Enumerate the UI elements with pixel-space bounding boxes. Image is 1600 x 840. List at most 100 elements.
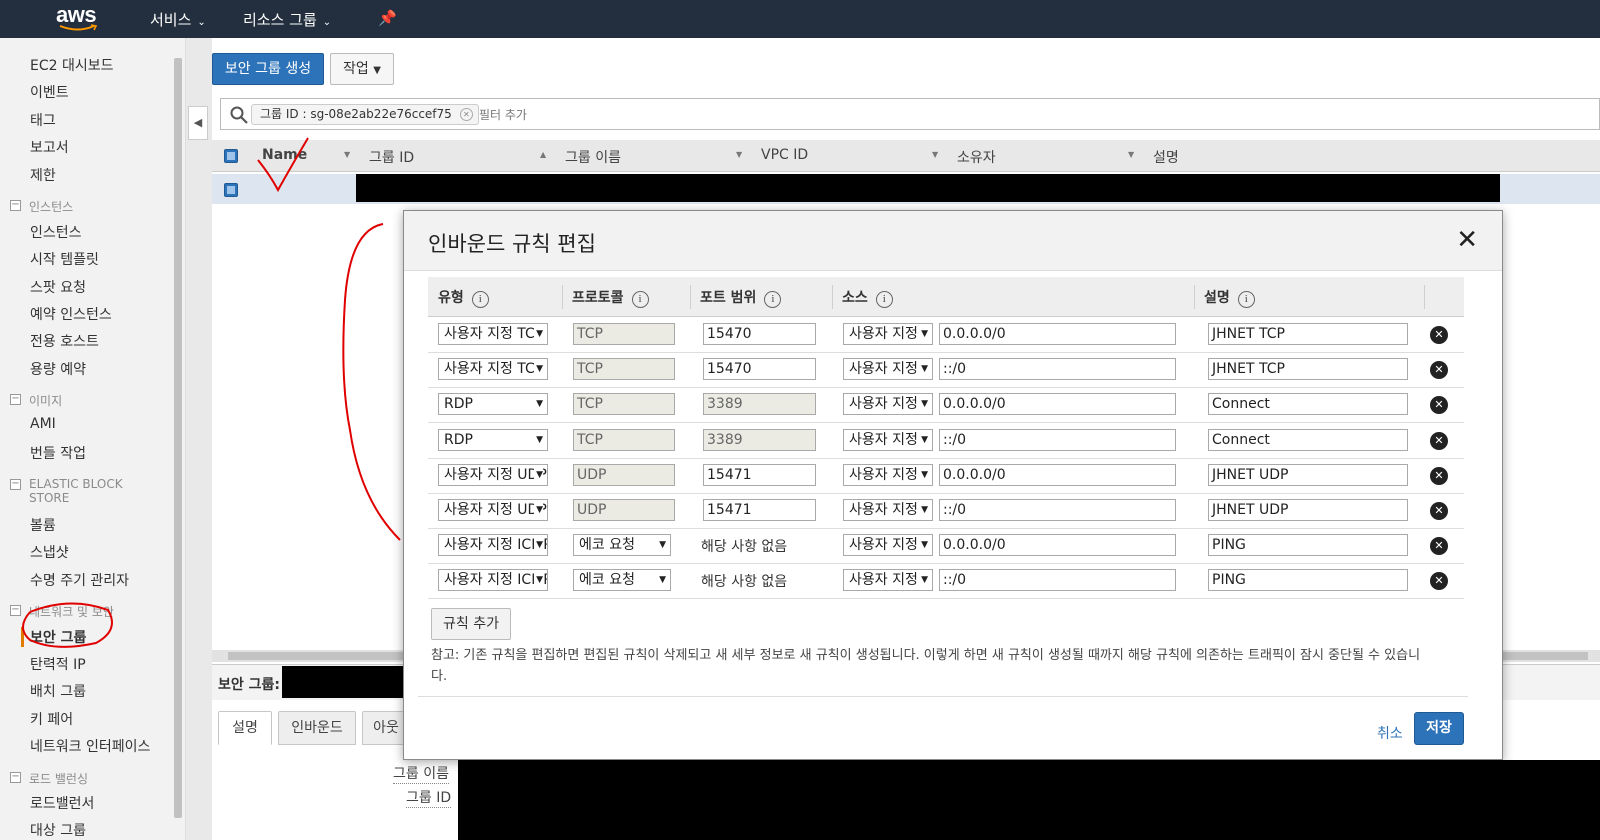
sidebar-item-network-4[interactable]: 네트워크 인터페이스 bbox=[30, 736, 150, 756]
pin-icon[interactable]: 📌 bbox=[378, 9, 397, 27]
sidebar-item-instances-0[interactable]: 인스턴스 bbox=[30, 222, 82, 242]
sidebar-item-lb-1[interactable]: 대상 그룹 bbox=[30, 820, 86, 840]
sidebar-item-top-0[interactable]: EC2 대시보드 bbox=[30, 55, 114, 75]
column-vpc-id[interactable]: VPC ID bbox=[761, 147, 808, 163]
sidebar-item-network-1[interactable]: 탄력적 IP bbox=[30, 654, 86, 674]
collapse-section-icon[interactable]: − bbox=[10, 394, 21, 405]
resource-groups-menu[interactable]: 리소스 그룹 ⌄ bbox=[243, 9, 331, 30]
search-filter-bar[interactable]: 그룹 ID : sg-08e2ab22e76ccef75 ✕ 필터 추가 bbox=[220, 98, 1600, 130]
rule-source-input[interactable]: ::/0 bbox=[939, 358, 1176, 381]
rule-source-type-select[interactable]: 사용자 지정 ▼ bbox=[843, 358, 933, 381]
info-icon[interactable]: i bbox=[764, 291, 782, 308]
add-filter-placeholder[interactable]: 필터 추가 bbox=[479, 106, 527, 123]
rule-description-input[interactable]: JHNET UDP bbox=[1208, 463, 1408, 486]
column-group-name[interactable]: 그룹 이름 bbox=[565, 147, 621, 167]
sidebar-section-lb[interactable]: − 로드 밸런싱 bbox=[10, 770, 88, 787]
rule-source-type-select[interactable]: 사용자 지정 ▼ bbox=[843, 499, 933, 521]
rule-type-select[interactable]: 사용자 지정 ICMP ▼ bbox=[438, 569, 548, 592]
rule-source-input[interactable]: ::/0 bbox=[939, 499, 1176, 521]
rule-source-type-select[interactable]: 사용자 지정 ▼ bbox=[843, 534, 933, 557]
info-icon[interactable]: i bbox=[875, 291, 893, 308]
column-description[interactable]: 설명 bbox=[1153, 147, 1179, 167]
sidebar-item-ebs-1[interactable]: 스냅샷 bbox=[30, 542, 69, 562]
rule-description-input[interactable]: Connect bbox=[1208, 393, 1408, 416]
rule-source-input[interactable]: 0.0.0.0/0 bbox=[939, 393, 1176, 416]
row-checkbox[interactable] bbox=[224, 183, 238, 197]
select-all-checkbox[interactable] bbox=[224, 149, 238, 163]
sidebar-item-top-1[interactable]: 이벤트 bbox=[30, 82, 69, 102]
rule-source-input[interactable]: 0.0.0.0/0 bbox=[939, 323, 1176, 345]
rule-type-select[interactable]: 사용자 지정 UDP ▼ bbox=[438, 499, 548, 521]
save-button[interactable]: 저장 bbox=[1414, 712, 1464, 745]
column-name[interactable]: Name bbox=[262, 147, 307, 163]
rule-type-select[interactable]: 사용자 지정 TCP ▼ bbox=[438, 323, 548, 345]
delete-rule-icon[interactable]: ✕ bbox=[1430, 326, 1448, 344]
collapse-section-icon[interactable]: − bbox=[10, 479, 21, 490]
sidebar-item-network-2[interactable]: 배치 그룹 bbox=[30, 681, 86, 701]
services-menu[interactable]: 서비스 ⌄ bbox=[150, 9, 206, 30]
sidebar-scrollbar[interactable] bbox=[174, 58, 182, 818]
delete-rule-icon[interactable]: ✕ bbox=[1430, 537, 1448, 556]
rule-type-select[interactable]: 사용자 지정 TCP ▼ bbox=[438, 358, 548, 381]
rule-protocol-select[interactable]: 에코 요청 ▼ bbox=[573, 534, 671, 557]
info-icon[interactable]: i bbox=[471, 291, 489, 308]
rule-source-input[interactable]: ::/0 bbox=[939, 428, 1176, 451]
column-owner[interactable]: 소유자 bbox=[957, 147, 996, 167]
rule-source-type-select[interactable]: 사용자 지정 ▼ bbox=[843, 569, 933, 592]
collapse-sidebar-button[interactable]: ◀ bbox=[188, 106, 208, 140]
sidebar-item-images-1[interactable]: 번들 작업 bbox=[30, 443, 86, 463]
rule-description-input[interactable]: PING bbox=[1208, 534, 1408, 557]
rule-port-range-input[interactable]: 15471 bbox=[703, 463, 816, 486]
aws-logo[interactable]: aws bbox=[56, 2, 100, 34]
rule-port-range-input[interactable]: 15470 bbox=[703, 323, 816, 345]
delete-rule-icon[interactable]: ✕ bbox=[1430, 361, 1448, 380]
rule-port-range-input[interactable]: 15470 bbox=[703, 358, 816, 381]
sidebar-item-network-3[interactable]: 키 페어 bbox=[30, 709, 73, 729]
sidebar-item-ebs-2[interactable]: 수명 주기 관리자 bbox=[30, 570, 129, 590]
sidebar-item-instances-4[interactable]: 전용 호스트 bbox=[30, 331, 99, 351]
sidebar-section-images[interactable]: − 이미지 bbox=[10, 392, 62, 409]
remove-filter-icon[interactable]: ✕ bbox=[459, 108, 473, 121]
rule-type-select[interactable]: 사용자 지정 ICMP ▼ bbox=[438, 534, 548, 557]
sidebar-item-top-4[interactable]: 제한 bbox=[30, 165, 56, 185]
sidebar-section-ebs[interactable]: − ELASTIC BLOCK STORE bbox=[10, 477, 139, 505]
rule-description-input[interactable]: PING bbox=[1208, 569, 1408, 592]
sidebar-item-images-0[interactable]: AMI bbox=[30, 416, 56, 432]
rule-type-select[interactable]: 사용자 지정 UDP ▼ bbox=[438, 463, 548, 486]
collapse-section-icon[interactable]: − bbox=[10, 200, 21, 211]
add-rule-button[interactable]: 규칙 추가 bbox=[431, 608, 511, 640]
rule-port-range-input[interactable]: 15471 bbox=[703, 499, 816, 521]
sidebar-item-top-2[interactable]: 태그 bbox=[30, 110, 56, 130]
tab-description[interactable]: 설명 bbox=[218, 711, 272, 745]
sidebar-item-instances-2[interactable]: 스팟 요청 bbox=[30, 277, 86, 297]
sidebar-item-lb-0[interactable]: 로드밸런서 bbox=[30, 793, 94, 813]
sidebar-item-instances-5[interactable]: 용량 예약 bbox=[30, 359, 86, 379]
delete-rule-icon[interactable]: ✕ bbox=[1430, 466, 1448, 485]
rule-type-select[interactable]: RDP ▼ bbox=[438, 428, 548, 451]
rule-description-input[interactable]: JHNET TCP bbox=[1208, 358, 1408, 381]
cancel-button[interactable]: 취소 bbox=[1377, 723, 1403, 743]
sidebar-item-instances-3[interactable]: 예약 인스턴스 bbox=[30, 304, 112, 324]
delete-rule-icon[interactable]: ✕ bbox=[1430, 396, 1448, 415]
rule-description-input[interactable]: JHNET UDP bbox=[1208, 499, 1408, 521]
rule-description-input[interactable]: JHNET TCP bbox=[1208, 323, 1408, 345]
close-icon[interactable]: ✕ bbox=[1456, 227, 1478, 253]
create-security-group-button[interactable]: 보안 그룹 생성 bbox=[212, 53, 324, 85]
rule-source-type-select[interactable]: 사용자 지정 ▼ bbox=[843, 323, 933, 345]
rule-source-type-select[interactable]: 사용자 지정 ▼ bbox=[843, 393, 933, 416]
filter-chip[interactable]: 그룹 ID : sg-08e2ab22e76ccef75 ✕ bbox=[251, 104, 479, 125]
tab-inbound[interactable]: 인바운드 bbox=[278, 711, 356, 745]
rule-description-input[interactable]: Connect bbox=[1208, 428, 1408, 451]
rule-source-type-select[interactable]: 사용자 지정 ▼ bbox=[843, 463, 933, 486]
rule-source-input[interactable]: 0.0.0.0/0 bbox=[939, 463, 1176, 486]
info-icon[interactable]: i bbox=[1237, 291, 1255, 308]
info-icon[interactable]: i bbox=[631, 291, 649, 308]
rule-type-select[interactable]: RDP ▼ bbox=[438, 393, 548, 416]
sidebar-section-network[interactable]: − 네트워크 및 보안 bbox=[10, 603, 114, 620]
delete-rule-icon[interactable]: ✕ bbox=[1430, 502, 1448, 520]
sidebar-item-top-3[interactable]: 보고서 bbox=[30, 137, 69, 157]
column-group-id[interactable]: 그룹 ID bbox=[369, 147, 414, 167]
delete-rule-icon[interactable]: ✕ bbox=[1430, 431, 1448, 450]
rule-source-type-select[interactable]: 사용자 지정 ▼ bbox=[843, 428, 933, 451]
rule-source-input[interactable]: ::/0 bbox=[939, 569, 1176, 592]
